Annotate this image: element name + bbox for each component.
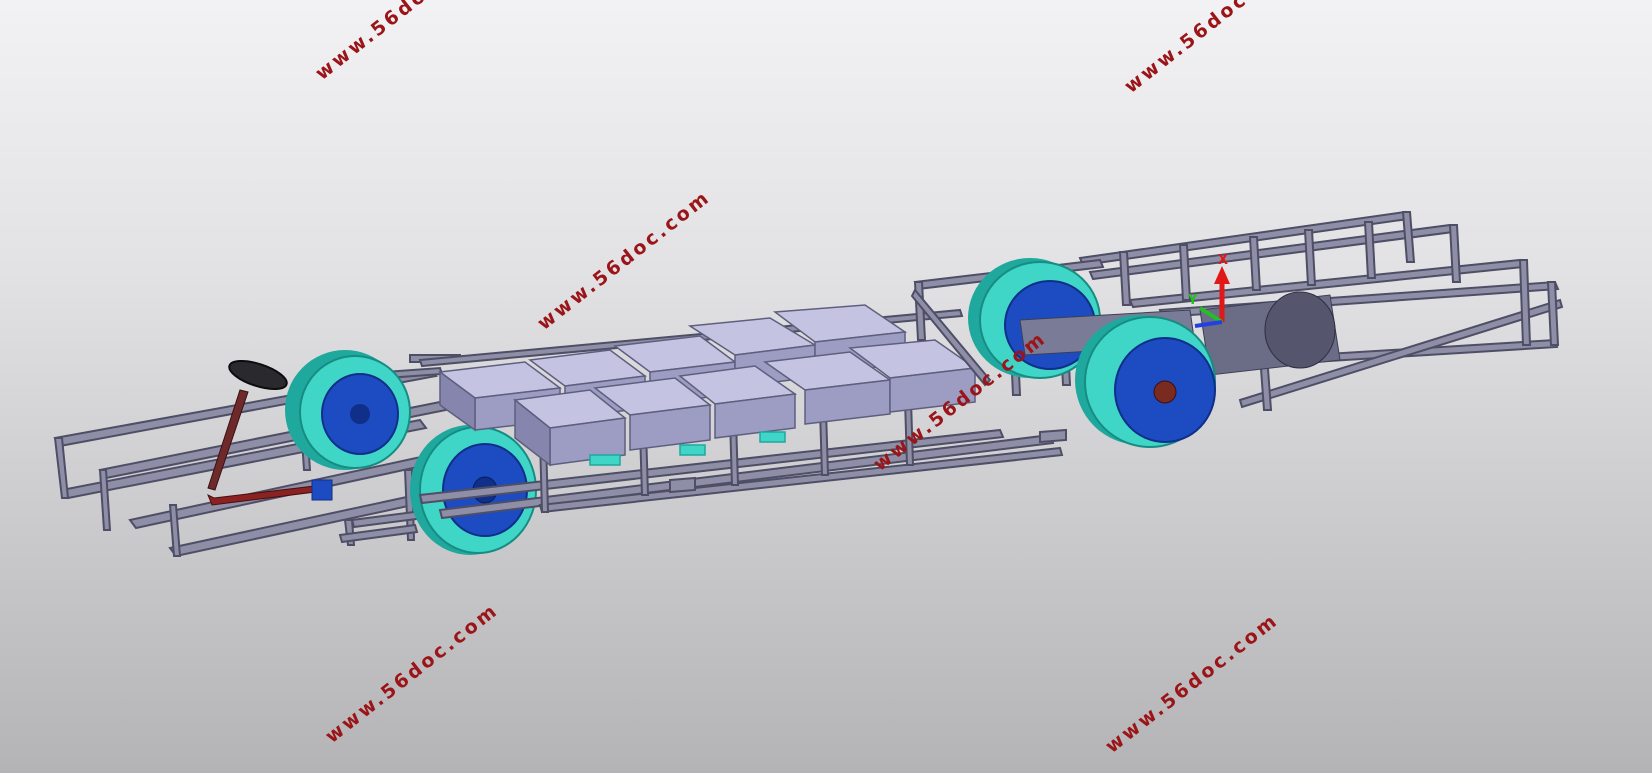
chassis-model[interactable]: X Y [0, 0, 1652, 773]
steering-wheel-icon [228, 360, 288, 390]
triad-x-label: X [1218, 253, 1228, 268]
cad-viewport[interactable]: X Y www.56doc.com www.56doc.com www.56do… [0, 0, 1652, 773]
steering-gearbox [311, 479, 333, 501]
steering-link [207, 485, 316, 506]
front-left-wheel [285, 350, 411, 470]
rear-right-wheel [1075, 315, 1216, 448]
triad-y-label: Y [1187, 293, 1198, 308]
steering-column [207, 389, 249, 491]
